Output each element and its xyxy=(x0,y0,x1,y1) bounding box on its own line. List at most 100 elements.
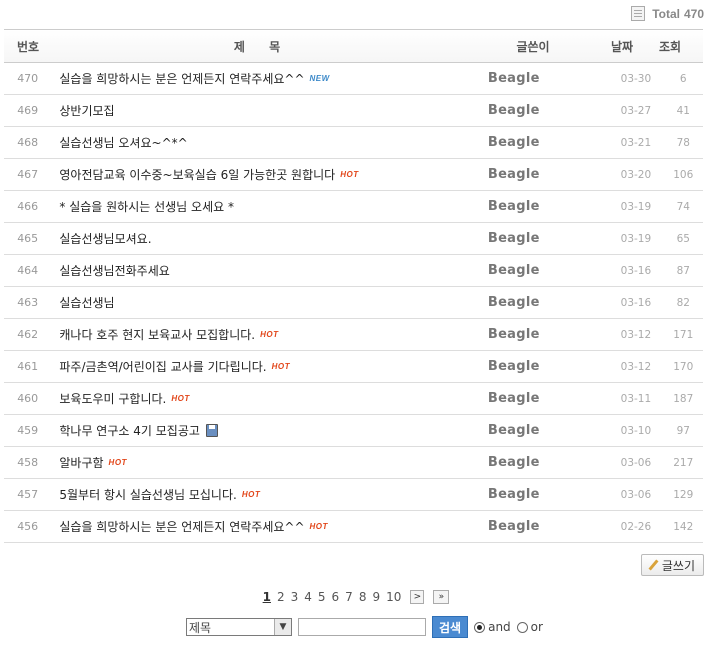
hot-badge-icon: HOT xyxy=(271,362,290,371)
row-author[interactable]: Beagle xyxy=(474,103,608,118)
page-link[interactable]: 8 xyxy=(359,590,367,604)
row-author[interactable]: Beagle xyxy=(474,231,608,246)
page-link[interactable]: 5 xyxy=(318,590,326,604)
post-title-link[interactable]: 상반기모집 xyxy=(59,102,114,119)
post-title-link[interactable]: 보육도우미 구합니다. xyxy=(59,390,166,407)
next-page-button[interactable]: > xyxy=(410,590,425,604)
hot-badge-icon: HOT xyxy=(171,394,190,403)
row-author[interactable]: Beagle xyxy=(474,455,608,470)
row-number: 464 xyxy=(17,264,39,277)
post-title-link[interactable]: 5월부터 항시 실습선생님 모십니다. xyxy=(59,486,236,503)
radio-and[interactable]: and xyxy=(474,620,511,634)
row-views: 78 xyxy=(676,136,690,149)
write-button[interactable]: 글쓰기 xyxy=(640,554,704,576)
row-date: 03-16 xyxy=(620,264,652,277)
page-link[interactable]: 1 xyxy=(263,590,271,604)
table-row: 465 실습선생님모셔요. Beagle 03-19 65 xyxy=(4,223,703,255)
search-input[interactable] xyxy=(298,618,426,636)
total-count: Total 470 xyxy=(631,6,704,21)
row-author[interactable]: Beagle xyxy=(474,487,608,502)
post-title-link[interactable]: 파주/금촌역/어린이집 교사를 기다립니다. xyxy=(59,358,266,375)
last-page-button[interactable]: » xyxy=(433,590,450,604)
page-link[interactable]: 3 xyxy=(291,590,299,604)
page-link[interactable]: 7 xyxy=(345,590,353,604)
page-link[interactable]: 10 xyxy=(386,590,401,604)
total-label: Total xyxy=(652,6,680,21)
row-date: 03-06 xyxy=(620,456,652,469)
table-row: 467 영아전담교육 이수중~보육실습 6일 가능한곳 원합니다 HOT Beagle… xyxy=(4,159,703,191)
table-row: 459 학나무 연구소 4기 모집공고 Beagle 03-10 97 xyxy=(4,415,703,447)
row-number: 466 xyxy=(17,200,39,213)
radio-or-label: or xyxy=(530,620,543,634)
row-title-cell: 실습선생님 xyxy=(51,294,473,311)
row-title-cell: 실습선생님전화주세요 xyxy=(51,262,473,279)
row-author[interactable]: Beagle xyxy=(474,167,608,182)
row-author[interactable]: Beagle xyxy=(474,359,608,374)
row-author[interactable]: Beagle xyxy=(474,295,608,310)
document-icon xyxy=(631,6,646,21)
post-title-link[interactable]: 실습선생님 xyxy=(59,294,114,311)
row-date: 03-12 xyxy=(620,360,652,373)
post-title-link[interactable]: 캐나다 호주 현지 보육교사 모집합니다. xyxy=(59,326,255,343)
post-title-link[interactable]: 알바구함 xyxy=(59,454,103,471)
page-list: 1 2 3 4 5 6 7 8 9 10 xyxy=(263,590,402,604)
row-number: 463 xyxy=(17,296,39,309)
row-views: 65 xyxy=(676,232,690,245)
row-author[interactable]: Beagle xyxy=(474,423,608,438)
radio-or-indicator[interactable] xyxy=(516,621,528,633)
row-title-cell: 보육도우미 구합니다. HOT xyxy=(51,390,473,407)
row-author[interactable]: Beagle xyxy=(474,391,608,406)
row-date: 03-21 xyxy=(620,136,652,149)
post-title-link[interactable]: 실습을 희망하시는 분은 언제든지 연락주세요^^ xyxy=(59,70,304,87)
row-date: 03-20 xyxy=(620,168,652,181)
post-title-link[interactable]: 학나무 연구소 4기 모집공고 xyxy=(59,422,200,439)
row-date: 03-11 xyxy=(620,392,652,405)
post-title-link[interactable]: * 실습을 원하시는 선생님 오세요 * xyxy=(59,198,234,215)
post-title-link[interactable]: 실습선생님 오셔요~^*^ xyxy=(59,134,187,151)
page-link[interactable]: 2 xyxy=(277,590,285,604)
row-author[interactable]: Beagle xyxy=(474,71,608,86)
row-views: 171 xyxy=(673,328,694,341)
hot-badge-icon: HOT xyxy=(108,458,127,467)
row-author[interactable]: Beagle xyxy=(474,199,608,214)
row-views: 97 xyxy=(676,424,690,437)
post-title-link[interactable]: 실습을 희망하시는 분은 언제든지 연락주세요^^ xyxy=(59,518,304,535)
row-views: 106 xyxy=(673,168,694,181)
row-views: 87 xyxy=(676,264,690,277)
row-number: 469 xyxy=(17,104,39,117)
table-row: 470 실습을 희망하시는 분은 언제든지 연락주세요^^ NEW Beagle 03-… xyxy=(4,63,703,95)
header-views: 조회 xyxy=(658,39,682,54)
radio-or[interactable]: or xyxy=(516,620,543,634)
post-title-link[interactable]: 실습선생님모셔요. xyxy=(59,230,151,247)
search-field-value: 제목 xyxy=(189,620,212,635)
row-date: 03-30 xyxy=(620,72,652,85)
search-button[interactable]: 검색 xyxy=(432,616,469,638)
post-title-link[interactable]: 영아전담교육 이수중~보육실습 6일 가능한곳 원합니다 xyxy=(59,166,335,183)
hot-badge-icon: HOT xyxy=(340,170,359,179)
row-author[interactable]: Beagle xyxy=(474,263,608,278)
row-number: 465 xyxy=(17,232,39,245)
post-title-link[interactable]: 실습선생님전화주세요 xyxy=(59,262,169,279)
row-number: 467 xyxy=(17,168,39,181)
row-views: 74 xyxy=(676,200,690,213)
row-views: 187 xyxy=(673,392,694,405)
row-views: 142 xyxy=(673,520,694,533)
search-field-select[interactable]: 제목 ▼ xyxy=(186,618,292,636)
board-table: 번호 제 목 글쓴이 날짜 조회 470 실습을 희망하시는 분은 언제든지 연락… xyxy=(4,29,703,543)
row-author[interactable]: Beagle xyxy=(474,135,608,150)
row-number: 461 xyxy=(17,360,39,373)
table-row: 462 캐나다 호주 현지 보육교사 모집합니다. HOT Beagle 03-12 17… xyxy=(4,319,703,351)
row-title-cell: 학나무 연구소 4기 모집공고 xyxy=(51,422,473,439)
row-title-cell: 실습을 희망하시는 분은 언제든지 연락주세요^^ HOT xyxy=(51,518,473,535)
page-link[interactable]: 9 xyxy=(372,590,380,604)
page-link[interactable]: 6 xyxy=(332,590,340,604)
row-views: 6 xyxy=(679,72,687,85)
board-rows: 470 실습을 희망하시는 분은 언제든지 연락주세요^^ NEW Beagle 03-… xyxy=(4,63,703,543)
radio-and-indicator[interactable] xyxy=(474,621,486,633)
row-author[interactable]: Beagle xyxy=(474,327,608,342)
search-bar: 제목 ▼ 검색 and or xyxy=(186,616,543,638)
chevron-down-icon: ▼ xyxy=(274,619,291,635)
row-author[interactable]: Beagle xyxy=(474,519,608,534)
pencil-icon xyxy=(648,560,658,570)
page-link[interactable]: 4 xyxy=(304,590,312,604)
